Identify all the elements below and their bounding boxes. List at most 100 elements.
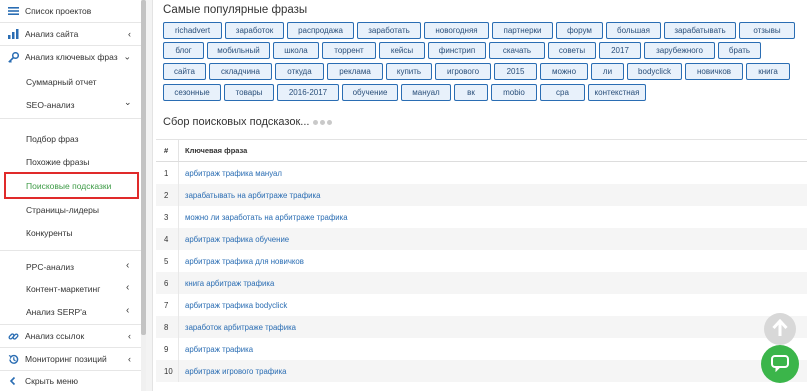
row-number: 2 bbox=[164, 190, 169, 200]
tag-button[interactable]: торрент bbox=[322, 42, 376, 59]
row-number: 4 bbox=[164, 234, 169, 244]
tag-button[interactable]: bodyclick bbox=[627, 63, 682, 80]
table-row: 9 арбитраж трафика bbox=[156, 338, 807, 360]
tag-button[interactable]: распродажа bbox=[287, 22, 354, 39]
tag-button[interactable]: складчина bbox=[209, 63, 272, 80]
phrase-link[interactable]: арбитраж трафика мануал bbox=[178, 162, 282, 184]
sidebar-item-search-suggestions[interactable]: Поисковые подсказки bbox=[26, 181, 111, 191]
chevron-left-icon: ‹ bbox=[126, 282, 130, 293]
tag-button[interactable]: заработок bbox=[225, 22, 284, 39]
phrase-link[interactable]: заработок арбитраже трафика bbox=[178, 316, 296, 338]
tag-button[interactable]: партнерки bbox=[492, 22, 553, 39]
tag-button[interactable]: обучение bbox=[342, 84, 398, 101]
column-header-phrase[interactable]: Ключевая фраза bbox=[178, 140, 247, 161]
sidebar-item-label: Анализ ключевых фраз bbox=[25, 52, 118, 62]
chat-button[interactable] bbox=[761, 345, 799, 383]
tag-button[interactable]: советы bbox=[548, 42, 596, 59]
divider bbox=[0, 45, 141, 46]
tag-button[interactable]: новогодняя bbox=[424, 22, 489, 39]
sidebar-item-serp[interactable]: Анализ SERP'а bbox=[26, 307, 87, 317]
tag-button[interactable]: реклама bbox=[327, 63, 383, 80]
tag-button[interactable]: зарубежного bbox=[644, 42, 715, 59]
row-number: 10 bbox=[164, 366, 173, 376]
chevron-down-icon: ⌄ bbox=[123, 51, 131, 62]
phrase-link[interactable]: арбитраж трафика для новичков bbox=[178, 250, 304, 272]
tag-button[interactable]: скачать bbox=[489, 42, 545, 59]
tag-button[interactable]: форум bbox=[556, 22, 603, 39]
table-header: # Ключевая фраза bbox=[156, 139, 807, 162]
tag-button[interactable]: кейсы bbox=[379, 42, 425, 59]
row-number: 7 bbox=[164, 300, 169, 310]
tag-button[interactable]: мобильный bbox=[207, 42, 270, 59]
sidebar-item-label: Анализ сайта bbox=[25, 29, 79, 39]
tag-button[interactable]: 2017 bbox=[599, 42, 641, 59]
sidebar-item-seo[interactable]: SEO-анализ bbox=[26, 100, 75, 110]
tag-button[interactable]: мануал bbox=[401, 84, 451, 101]
divider bbox=[0, 118, 141, 119]
tag-button[interactable]: школа bbox=[273, 42, 319, 59]
sidebar-item-keyword-analysis[interactable]: Анализ ключевых фраз ⌄ bbox=[0, 48, 141, 66]
tag-button[interactable]: откуда bbox=[275, 63, 324, 80]
tag-button[interactable]: купить bbox=[386, 63, 432, 80]
tag-button[interactable]: 2016-2017 bbox=[277, 84, 339, 101]
tag-button[interactable]: richadvert bbox=[163, 22, 222, 39]
phrase-link[interactable]: зарабатывать на арбитраже трафика bbox=[178, 184, 320, 206]
tag-button[interactable]: новичков bbox=[685, 63, 743, 80]
table-row: 5 арбитраж трафика для новичков bbox=[156, 250, 807, 272]
tag-button[interactable]: зарабатывать bbox=[664, 22, 736, 39]
phrase-link[interactable]: арбитраж трафика bodyclick bbox=[178, 294, 287, 316]
sidebar-item-link-analysis[interactable]: Анализ ссылок ‹ bbox=[0, 327, 141, 345]
scroll-to-top-button[interactable] bbox=[764, 313, 796, 345]
tag-button[interactable]: cpa bbox=[540, 84, 585, 101]
phrase-link[interactable]: арбитраж трафика обучение bbox=[178, 228, 289, 250]
sidebar-item-phrase-selection[interactable]: Подбор фраз bbox=[26, 134, 79, 144]
tag-button[interactable]: 2015 bbox=[494, 63, 537, 80]
divider bbox=[0, 347, 141, 348]
tag-button[interactable]: сайта bbox=[163, 63, 206, 80]
table-row: 10 арбитраж игрового трафика bbox=[156, 360, 807, 382]
tag-button[interactable]: книга bbox=[746, 63, 790, 80]
tag-button[interactable]: mobio bbox=[491, 84, 537, 101]
collect-title-text: Сбор поисковых подсказок... bbox=[163, 116, 310, 128]
sidebar-item-projects[interactable]: Список проектов bbox=[0, 2, 141, 20]
row-number: 9 bbox=[164, 344, 169, 354]
tag-button[interactable]: можно bbox=[540, 63, 588, 80]
tag-button[interactable]: большая bbox=[606, 22, 661, 39]
phrase-link[interactable]: можно ли заработать на арбитраже трафика bbox=[178, 206, 348, 228]
tag-button[interactable]: финстрип bbox=[428, 42, 486, 59]
tag-button[interactable]: контекстная bbox=[588, 84, 646, 101]
tag-button[interactable]: блог bbox=[163, 42, 204, 59]
sidebar-item-hide-menu[interactable]: Скрыть меню bbox=[0, 372, 141, 390]
chevron-left-icon: ‹ bbox=[128, 331, 131, 341]
divider bbox=[0, 250, 141, 251]
table-row: 1 арбитраж трафика мануал bbox=[156, 162, 807, 184]
tag-button[interactable]: ли bbox=[591, 63, 624, 80]
row-number: 1 bbox=[164, 168, 169, 178]
sidebar-item-content-marketing[interactable]: Контент-маркетинг bbox=[26, 284, 100, 294]
sidebar: Список проектов Анализ сайта ‹ Анализ кл… bbox=[0, 0, 146, 391]
tag-button[interactable]: отзывы bbox=[739, 22, 795, 39]
chevron-left-icon: ‹ bbox=[126, 260, 130, 271]
tag-button[interactable]: сезонные bbox=[163, 84, 221, 101]
sidebar-item-site-analysis[interactable]: Анализ сайта ‹ bbox=[0, 25, 141, 43]
tag-button[interactable]: брать bbox=[718, 42, 761, 59]
phrase-link[interactable]: арбитраж игрового трафика bbox=[178, 360, 287, 382]
loading-dots-icon bbox=[313, 119, 334, 125]
phrase-link[interactable]: арбитраж трафика bbox=[178, 338, 253, 360]
sidebar-item-competitors[interactable]: Конкуренты bbox=[26, 228, 73, 238]
tag-button[interactable]: игрового bbox=[435, 63, 491, 80]
content-panel: Самые популярные фразы richadvert зарабо… bbox=[152, 0, 807, 391]
sidebar-item-label: Анализ ссылок bbox=[25, 331, 85, 341]
sidebar-item-summary[interactable]: Суммарный отчет bbox=[26, 77, 97, 87]
sidebar-item-ppc[interactable]: PPC-анализ bbox=[26, 262, 74, 272]
phrase-link[interactable]: книга арбитраж трафика bbox=[178, 272, 274, 294]
table-row: 2 зарабатывать на арбитраже трафика bbox=[156, 184, 807, 206]
column-header-number[interactable]: # bbox=[156, 146, 178, 155]
tag-button[interactable]: заработать bbox=[357, 22, 421, 39]
sidebar-item-position-monitoring[interactable]: Мониторинг позиций ‹ bbox=[0, 350, 141, 368]
tag-button[interactable]: товары bbox=[224, 84, 274, 101]
sidebar-item-leader-pages[interactable]: Страницы-лидеры bbox=[26, 205, 99, 215]
sidebar-item-similar-phrases[interactable]: Похожие фразы bbox=[26, 157, 89, 167]
row-number: 5 bbox=[164, 256, 169, 266]
tag-button[interactable]: вк bbox=[454, 84, 488, 101]
